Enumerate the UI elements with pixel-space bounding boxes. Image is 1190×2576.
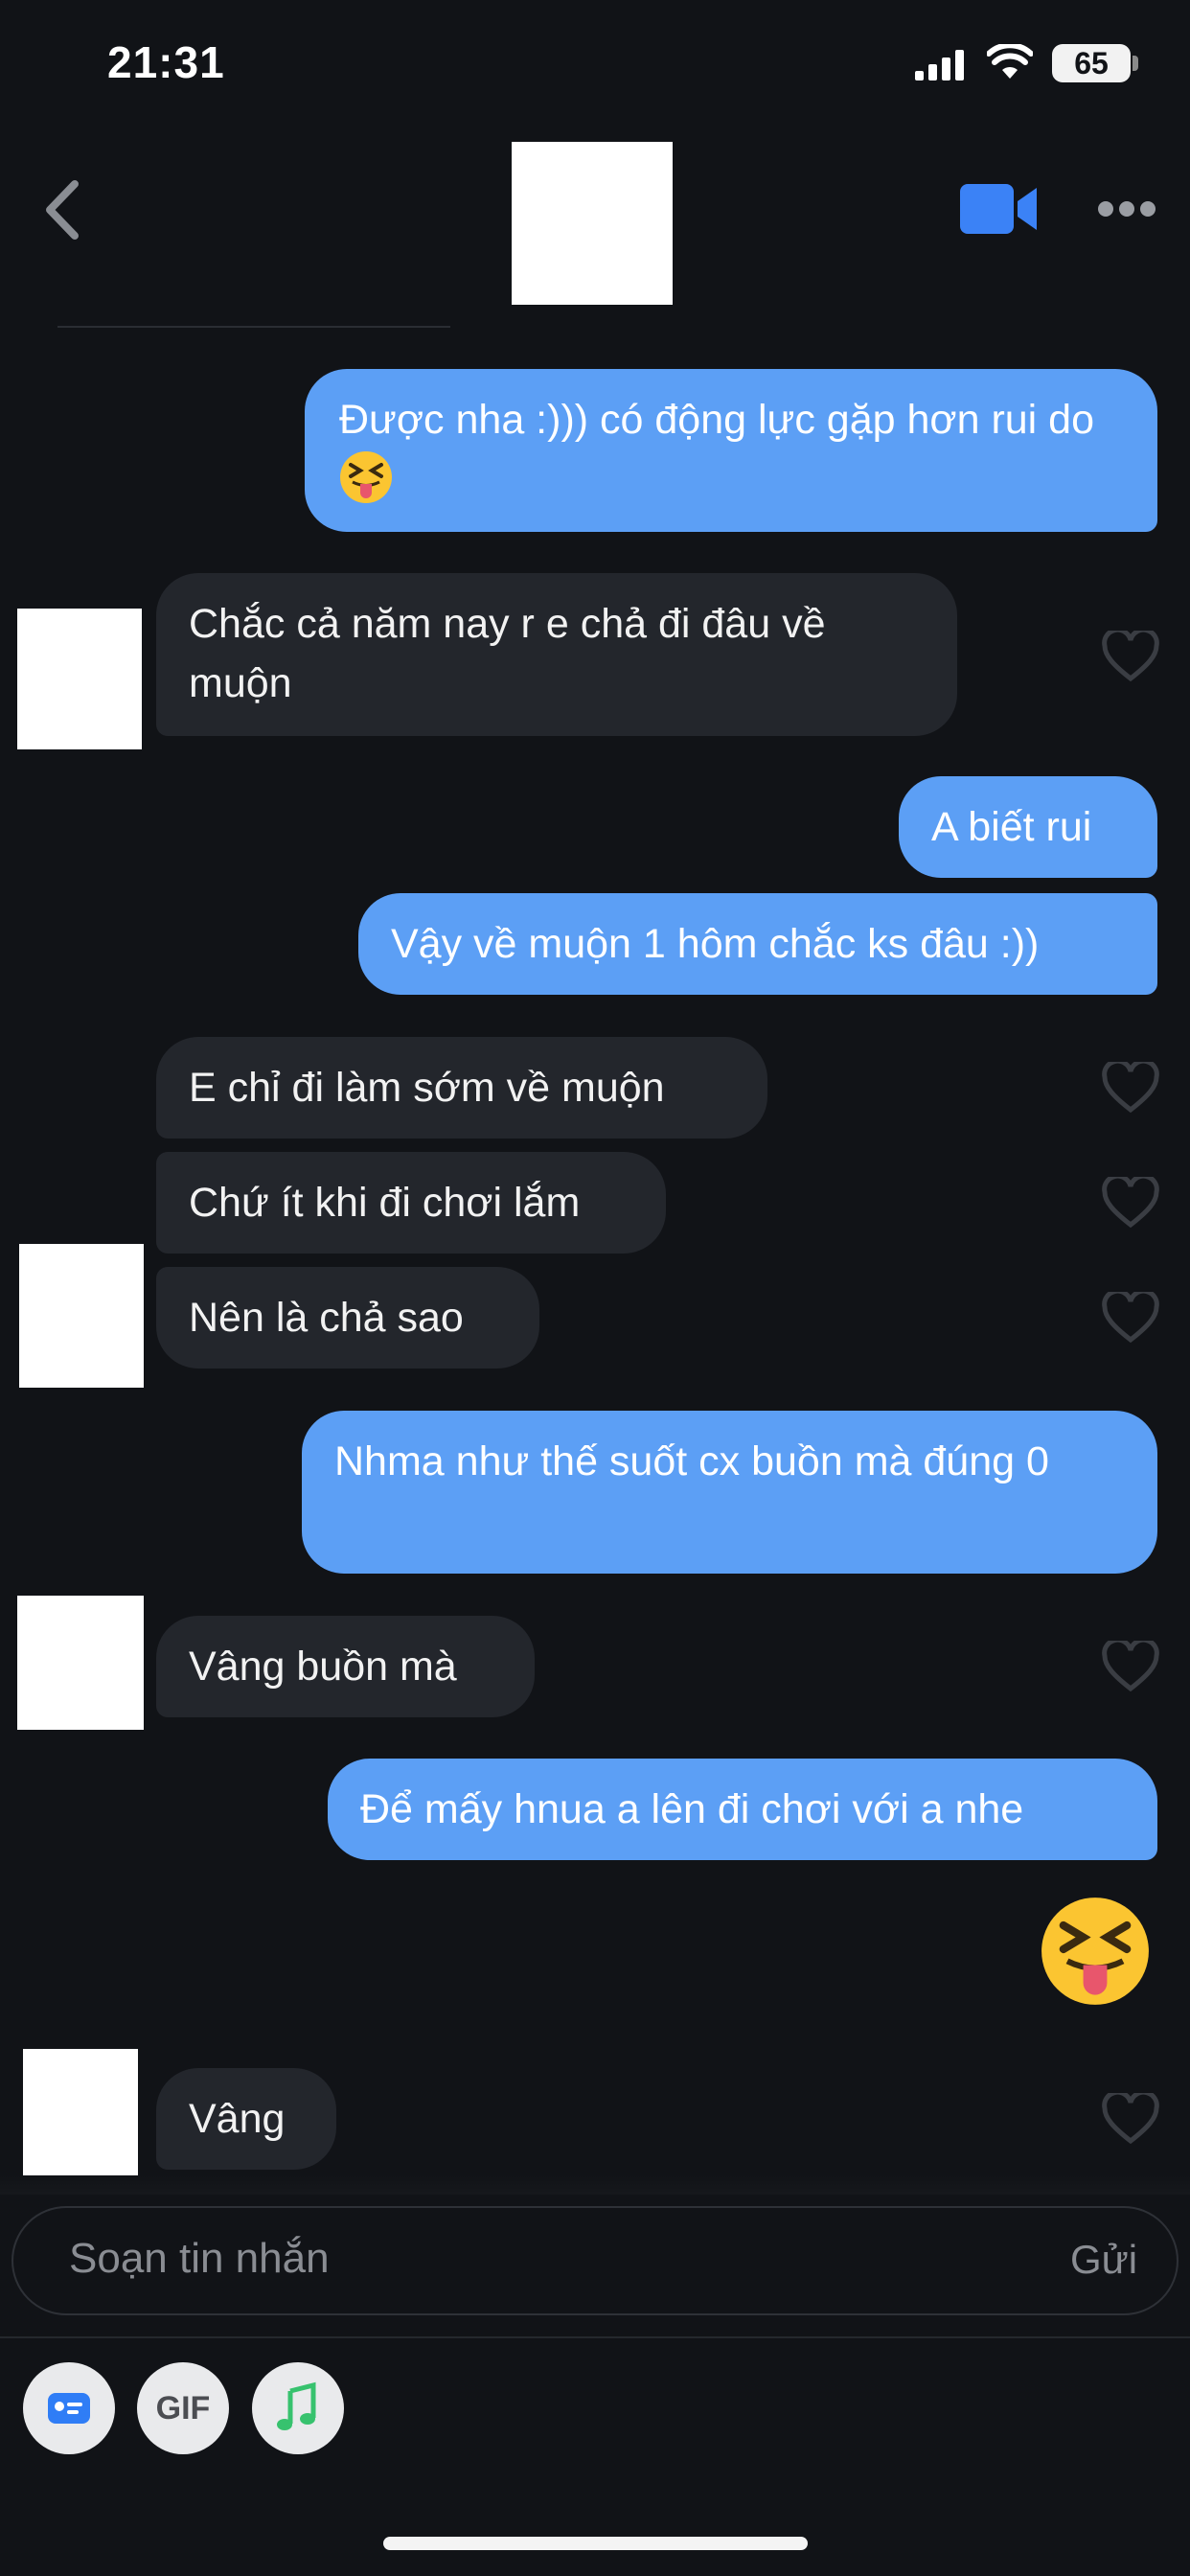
message-text: Để mấy hnua a lên đi chơi với a nhe	[360, 1786, 1024, 1832]
message-text: Vậy về muộn 1 hôm chắc ks đâu :))	[391, 921, 1040, 967]
contact-card-icon	[48, 2393, 90, 2424]
music-button[interactable]	[252, 2362, 344, 2454]
message-text: Nên là chả sao	[189, 1295, 464, 1341]
message-bubble-received[interactable]: Vâng	[156, 2068, 336, 2170]
message-text: Được nha :))) có động lực gặp hơn rui do	[339, 397, 1095, 443]
ellipsis-icon[interactable]	[1097, 197, 1156, 220]
like-heart-icon[interactable]	[1102, 2093, 1159, 2145]
like-heart-icon[interactable]	[1102, 1641, 1159, 1692]
message-text: Vâng buồn mà	[189, 1644, 457, 1690]
message-bubble-received[interactable]: Chứ ít khi đi chơi lắm	[156, 1152, 666, 1254]
message-text: E chỉ đi làm sớm về muộn	[189, 1065, 665, 1111]
composer-fade	[0, 2175, 1190, 2195]
like-heart-icon[interactable]	[1102, 631, 1159, 682]
like-heart-icon[interactable]	[1102, 1177, 1159, 1229]
like-heart-icon[interactable]	[1102, 1292, 1159, 1344]
battery-tip	[1133, 56, 1138, 71]
message-bubble-received[interactable]: Vâng buồn mà	[156, 1616, 535, 1717]
avatar[interactable]	[19, 1244, 144, 1388]
message-bubble-received[interactable]: E chỉ đi làm sớm về muộn	[156, 1037, 767, 1138]
message-text: Chứ ít khi đi chơi lắm	[189, 1180, 581, 1226]
send-button[interactable]: Gửi	[1070, 2237, 1137, 2283]
music-note-icon	[277, 2381, 316, 2430]
chevron-left-icon[interactable]	[40, 178, 82, 242]
home-indicator[interactable]	[383, 2537, 808, 2550]
battery-indicator: 65	[1052, 44, 1131, 82]
gif-button[interactable]: GIF	[137, 2362, 229, 2454]
avatar[interactable]	[17, 609, 142, 749]
like-heart-icon[interactable]	[1102, 1062, 1159, 1114]
message-text: Chắc cả năm nay r e chả đi đâu về muộn	[189, 601, 826, 706]
message-bubble-received[interactable]: Nên là chả sao	[156, 1267, 539, 1368]
wifi-icon	[987, 44, 1033, 79]
message-bubble-received[interactable]: Chắc cả năm nay r e chả đi đâu về muộn	[156, 573, 957, 736]
battery-level: 65	[1074, 46, 1109, 80]
scrolled-content-edge	[57, 326, 450, 328]
message-bubble-sent[interactable]: Nhma như thế suốt cx buồn mà đúng 0	[302, 1411, 1157, 1574]
gif-label: GIF	[155, 2390, 211, 2426]
message-text: A biết rui	[931, 804, 1092, 850]
avatar[interactable]	[23, 2049, 138, 2178]
message-text: Vâng	[189, 2096, 286, 2142]
message-text: Nhma như thế suốt cx buồn mà đúng 0	[334, 1438, 1049, 1484]
squinting-tongue-face-icon[interactable]	[1040, 1896, 1151, 2007]
message-bubble-sent[interactable]: Vậy về muộn 1 hôm chắc ks đâu :))	[358, 893, 1157, 995]
avatar[interactable]	[17, 1596, 144, 1730]
message-bubble-sent[interactable]: Được nha :))) có động lực gặp hơn rui do	[305, 369, 1157, 532]
cellular-signal-icon	[915, 50, 964, 80]
message-input-placeholder: Soạn tin nhắn	[69, 2235, 330, 2282]
toolbar-divider	[0, 2336, 1190, 2338]
status-time: 21:31	[107, 37, 225, 87]
message-bubble-sent[interactable]: A biết rui	[899, 776, 1157, 878]
contact-card-button[interactable]	[23, 2362, 115, 2454]
profile-photo[interactable]	[512, 142, 673, 305]
video-camera-icon[interactable]	[960, 184, 1039, 234]
message-bubble-sent[interactable]: Để mấy hnua a lên đi chơi với a nhe	[328, 1759, 1157, 1860]
squinting-tongue-face-icon	[340, 451, 392, 503]
